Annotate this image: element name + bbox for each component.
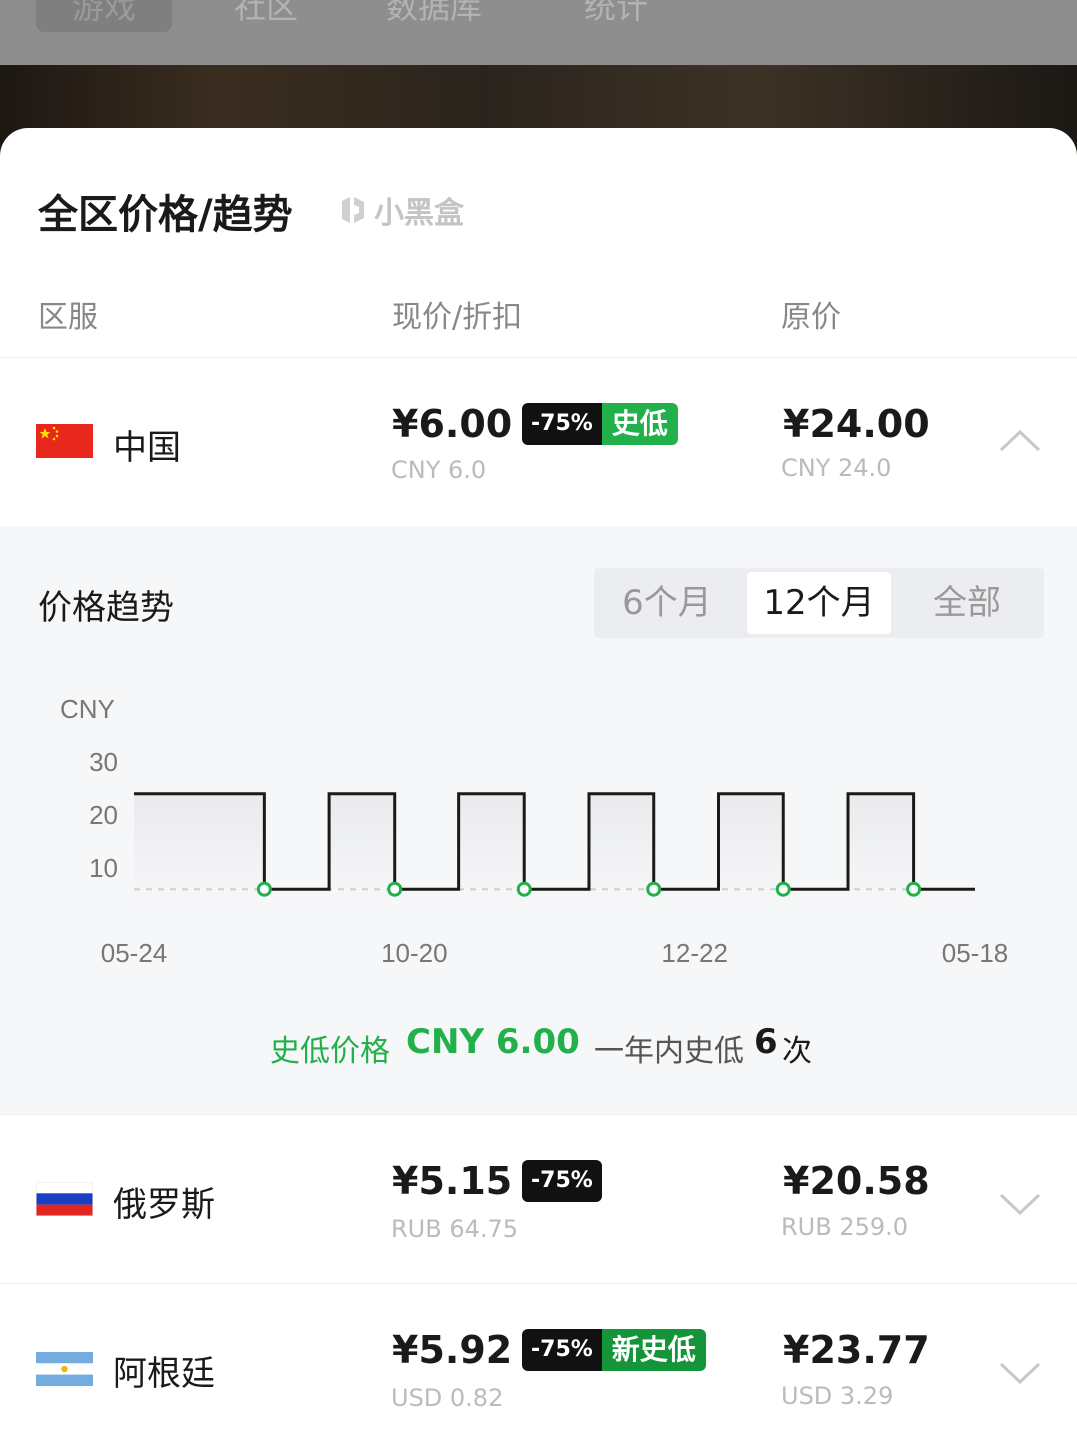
new-historic-low-tag: 新史低 [601,1329,706,1371]
current-price: ¥6.00 [392,402,513,446]
local-original-price: USD 3.29 [781,1382,894,1410]
region-name: 俄罗斯 [113,1185,215,1225]
region-row-russia[interactable]: 俄罗斯 ¥5.15 RUB 64.75 -75% ¥20.58 RUB 259.… [0,1115,1077,1283]
range-6-months[interactable]: 6个月 [594,568,740,638]
chevron-down-icon[interactable] [998,1189,1042,1219]
russia-flag-icon [36,1182,93,1216]
x-tick-label: 12-22 [661,938,728,968]
y-axis-label: CNY [60,694,115,724]
top-tab-bar: 游戏 社区 数据库 统计 [0,0,1077,65]
range-selector: 6个月 12个月 全部 [594,568,1044,638]
historic-low-value: CNY 6.00 [406,1022,580,1062]
discount-percent: -75% [522,1329,602,1371]
discount-badge: -75% 新史低 [522,1329,706,1371]
brand-watermark: 小黑盒 [336,188,464,232]
header-price: 现价/折扣 [392,300,523,335]
chevron-up-icon[interactable] [998,426,1042,456]
local-original-price: RUB 259.0 [781,1213,909,1241]
current-price: ¥5.92 [392,1328,513,1372]
current-price: ¥5.15 [392,1159,513,1203]
original-price: ¥23.77 [783,1328,930,1372]
low-count-value: 6 [754,1022,778,1062]
xiaoheihe-logo-icon [342,197,364,223]
original-price: ¥24.00 [783,402,930,446]
chevron-down-icon[interactable] [998,1358,1042,1388]
price-trend-chart: CNY 10 20 30 05-24 10-20 12-22 05-18 [60,694,1009,968]
argentina-flag-icon [36,1352,93,1386]
sheet-title: 全区价格/趋势 [38,192,293,238]
historic-low-point [775,881,791,897]
discount-percent: -75% [522,403,602,445]
tab-community[interactable]: 社区 [234,0,298,32]
original-price: ¥20.58 [783,1159,930,1203]
tab-games[interactable]: 游戏 [36,0,173,32]
brand-name: 小黑盒 [374,196,464,231]
y-tick-label: 10 [89,853,118,883]
local-price: RUB 64.75 [391,1215,519,1243]
range-12-months[interactable]: 12个月 [747,572,891,634]
local-price: USD 0.82 [391,1384,504,1412]
y-tick-label: 20 [89,800,118,830]
y-tick-label: 30 [89,747,118,777]
historic-low-point [646,881,662,897]
tab-database[interactable]: 数据库 [386,0,482,32]
header-region: 区服 [38,300,98,335]
region-row-argentina[interactable]: 阿根廷 ¥5.92 USD 0.82 -75% 新史低 ¥23.77 USD 3… [0,1284,1077,1436]
discount-badge: -75% 史低 [522,403,678,445]
tab-stats[interactable]: 统计 [584,0,648,32]
china-flag-icon [36,424,93,458]
discount-percent: -75% [522,1160,602,1202]
range-all[interactable]: 全部 [894,568,1040,638]
region-name: 阿根廷 [113,1354,215,1394]
region-name: 中国 [113,428,181,468]
local-price: CNY 6.0 [391,456,487,484]
trend-title: 价格趋势 [38,588,174,628]
price-trend-panel: 价格趋势 6个月 12个月 全部 CNY 10 20 30 05-24 10-20 12-2… [0,526,1077,1114]
x-tick-label: 10-20 [381,938,448,968]
historic-low-point [256,881,272,897]
x-tick-label: 05-24 [101,938,168,968]
discount-badge: -75% [522,1160,602,1202]
price-bottom-sheet: 全区价格/趋势 小黑盒 区服 现价/折扣 原价 中国 ¥6.00 CNY 6.0… [0,128,1077,1436]
local-original-price: CNY 24.0 [781,454,892,482]
header-original: 原价 [781,300,841,335]
historic-low-point [387,881,403,897]
region-row-china[interactable]: 中国 ¥6.00 CNY 6.0 -75% 史低 ¥24.00 CNY 24.0 [0,358,1077,526]
historic-low-point [906,881,922,897]
x-tick-label: 05-18 [942,938,1009,968]
low-count-suffix: 次 [782,1034,812,1069]
historic-low-tag: 史低 [601,403,678,445]
historic-low-point [516,881,532,897]
low-count-prefix: 一年内史低 [594,1034,744,1069]
historic-low-label: 史低价格 [270,1034,390,1069]
